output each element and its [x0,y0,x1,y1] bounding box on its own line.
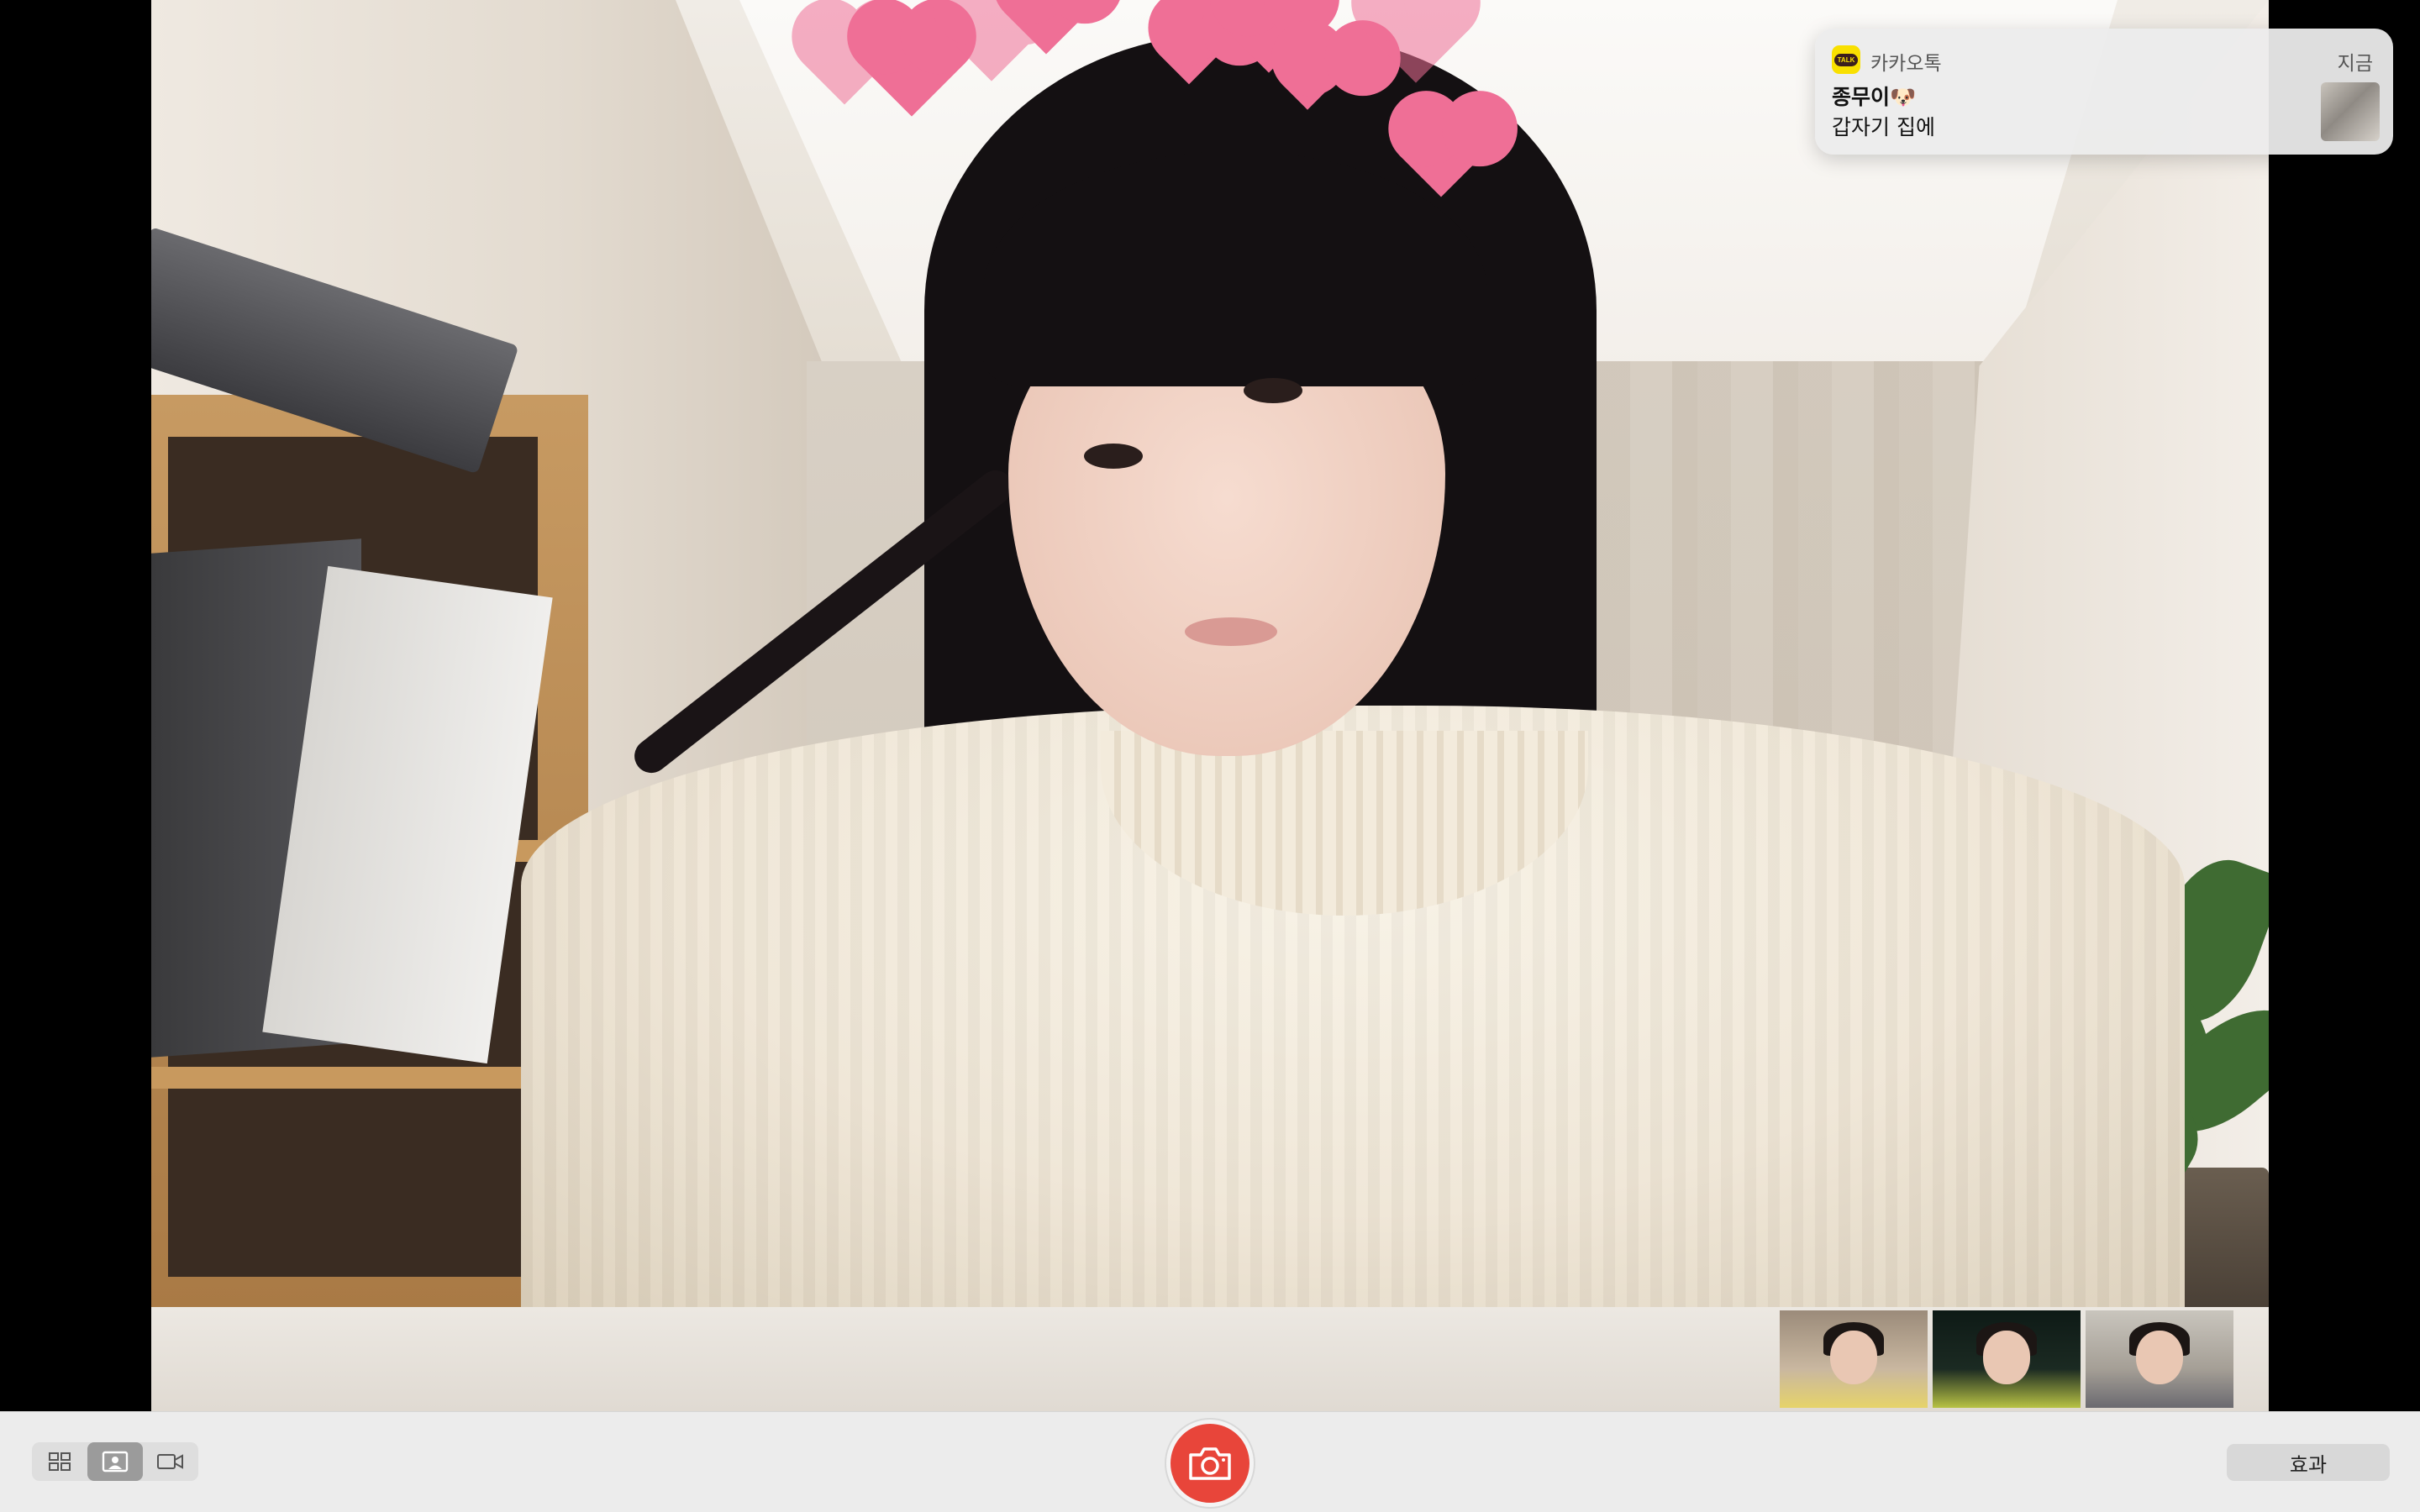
grid-view-button[interactable] [32,1442,87,1481]
notification-app-name: 카카오톡 [1870,53,1942,75]
subject-eye [1084,444,1143,469]
single-photo-view-icon [102,1451,129,1473]
thumbnail-subject-face [1830,1331,1877,1384]
thumbnail-subject-face [2136,1331,2183,1384]
notification-image-thumbnail [2321,82,2380,141]
photo-booth-window: TALK 카카오톡 지금 종무이🐶 갑자기 집에 효과 [0,0,2420,1512]
photo-thumbnail[interactable] [1933,1310,2081,1408]
notification-time: 지금 [2337,53,2373,75]
photo-thumbnail[interactable] [1780,1310,1928,1408]
notification-body: 갑자기 집에 [1832,115,1935,139]
thumbnail-subject-face [1983,1331,2030,1384]
single-photo-view-button[interactable] [87,1442,143,1481]
photo-thumbnail[interactable] [2086,1310,2233,1408]
camera-preview [151,0,2269,1307]
view-mode-segmented-control [32,1442,198,1481]
grid-view-icon [49,1452,71,1471]
take-photo-button[interactable] [1166,1420,1254,1507]
notification-banner[interactable]: TALK 카카오톡 지금 종무이🐶 갑자기 집에 [1815,29,2393,155]
subject-eye [1244,378,1302,403]
subject-lips [1185,617,1277,646]
kakaotalk-icon: TALK [1832,45,1860,74]
video-camera-icon [157,1454,183,1469]
notification-title: 종무이🐶 [1832,85,1917,109]
effects-button[interactable]: 효과 [2227,1444,2390,1481]
camera-icon [1189,1447,1231,1480]
video-mode-button[interactable] [143,1442,198,1481]
